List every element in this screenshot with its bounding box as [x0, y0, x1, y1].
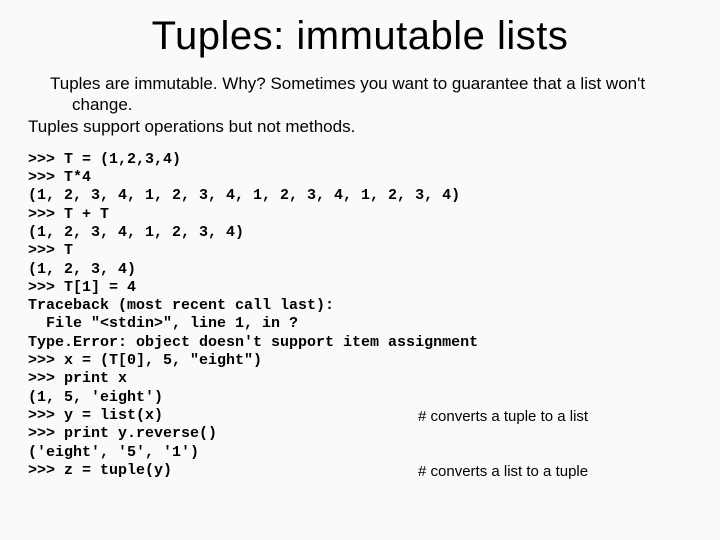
comment-tuple-to-list: # converts a tuple to a list	[418, 408, 588, 426]
slide-title: Tuples: immutable lists	[28, 14, 692, 59]
code-block: >>> T = (1,2,3,4) >>> T*4 (1, 2, 3, 4, 1…	[28, 151, 692, 480]
comment-list-to-tuple: # converts a list to a tuple	[418, 463, 588, 481]
code-text: >>> T = (1,2,3,4) >>> T*4 (1, 2, 3, 4, 1…	[28, 151, 478, 479]
intro-line-1: Tuples are immutable. Why? Sometimes you…	[28, 73, 692, 116]
slide: Tuples: immutable lists Tuples are immut…	[0, 0, 720, 500]
intro-line-2: Tuples support operations but not method…	[28, 116, 692, 137]
intro-text: Tuples are immutable. Why? Sometimes you…	[28, 73, 692, 137]
